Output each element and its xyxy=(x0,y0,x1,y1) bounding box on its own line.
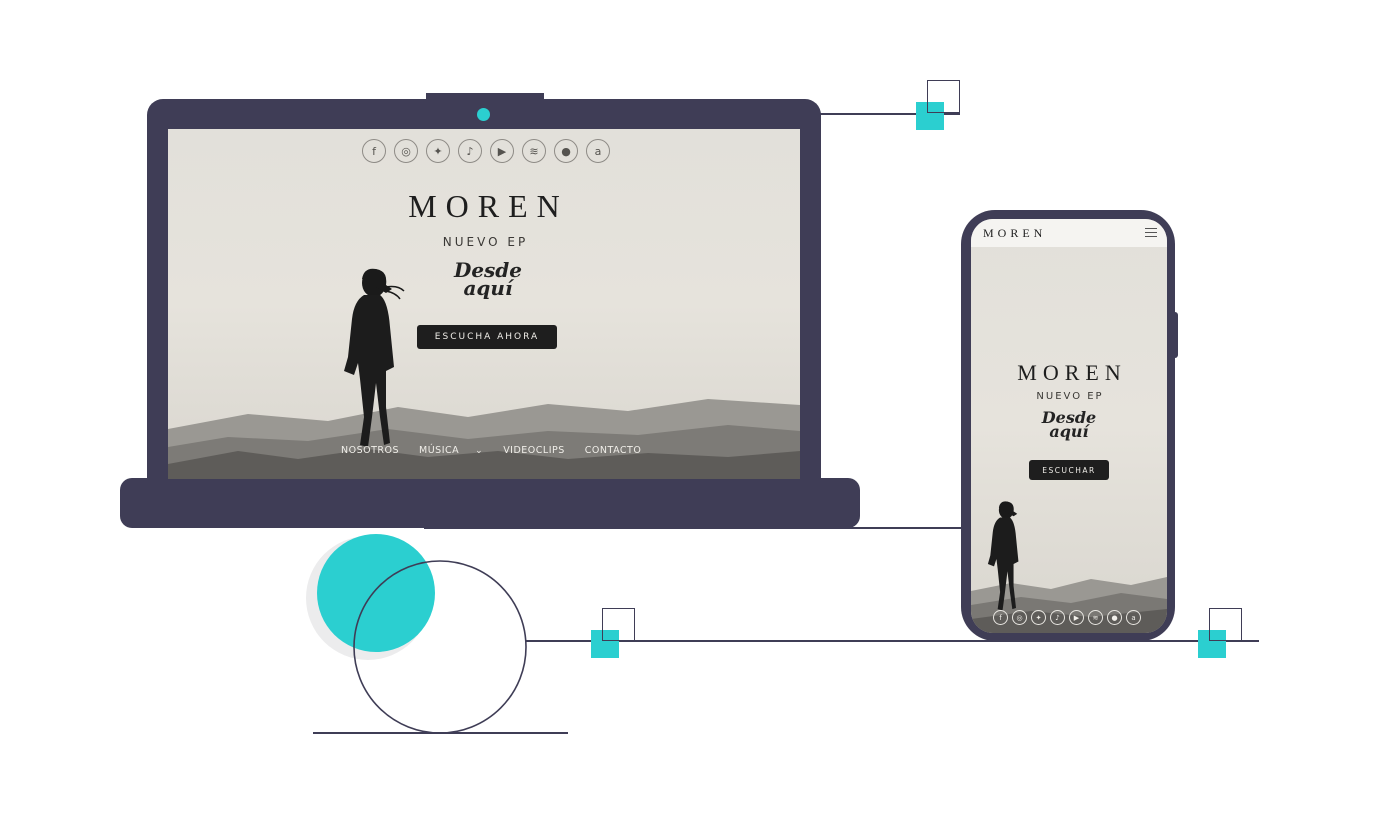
laptop-camera-bar xyxy=(426,93,544,103)
mountains-backdrop xyxy=(168,399,800,479)
apple-music-icon[interactable]: ● xyxy=(554,139,578,163)
apple-music-icon[interactable]: ● xyxy=(1107,610,1122,625)
phone-header: MOREN xyxy=(971,219,1167,247)
listen-now-button[interactable]: ESCUCHA AHORA xyxy=(417,325,557,349)
phone-ep-title-logo: Desde aquí xyxy=(1029,409,1109,442)
phone-ep-title-line2: aquí xyxy=(1049,422,1089,442)
phone-brand-title: MOREN xyxy=(1017,360,1127,385)
nav-contacto[interactable]: CONTACTO xyxy=(585,445,642,456)
phone-social-icons-row: f ◎ ✦ ♪ ▶ ≋ ● a xyxy=(993,610,1141,625)
ep-subtitle: NUEVO EP xyxy=(442,235,529,249)
phone-brand-logo[interactable]: MOREN xyxy=(983,226,1046,241)
nav-musica[interactable]: MÚSICA xyxy=(419,445,459,456)
outline-square-bottom-right xyxy=(1209,608,1242,641)
phone-screen: MOREN MOREN NUEVO EP Desde aquí ESCUCHAR… xyxy=(971,219,1167,633)
main-nav: NOSOTROS MÚSICA ⌄ VIDEOCLIPS CONTACTO xyxy=(341,445,641,456)
phone-side-button xyxy=(1172,312,1178,358)
phone-ep-subtitle: NUEVO EP xyxy=(1036,391,1104,402)
laptop-screen: f ◎ ✦ ♪ ▶ ≋ ● a MOREN NUEVO EP Desde aqu… xyxy=(168,129,800,479)
listen-button[interactable]: ESCUCHAR xyxy=(1029,460,1109,480)
spotify-icon[interactable]: ≋ xyxy=(1088,610,1103,625)
phone-woman-silhouette xyxy=(987,501,1019,611)
laptop-camera xyxy=(477,108,490,121)
outline-square-bottom-left xyxy=(602,608,635,641)
ep-title-line2: aquí xyxy=(463,276,513,300)
circles-decoration xyxy=(306,534,527,734)
woman-silhouette xyxy=(344,268,405,447)
outline-square-top xyxy=(927,80,960,113)
spotify-icon[interactable]: ≋ xyxy=(522,139,546,163)
amazon-music-icon[interactable]: a xyxy=(586,139,610,163)
youtube-icon[interactable]: ▶ xyxy=(1069,610,1084,625)
instagram-icon[interactable]: ◎ xyxy=(394,139,418,163)
social-icons-row: f ◎ ✦ ♪ ▶ ≋ ● a xyxy=(362,139,610,163)
connector-line-bottom xyxy=(526,640,1259,642)
twitter-icon[interactable]: ✦ xyxy=(1031,610,1046,625)
facebook-icon[interactable]: f xyxy=(993,610,1008,625)
twitter-icon[interactable]: ✦ xyxy=(426,139,450,163)
facebook-icon[interactable]: f xyxy=(362,139,386,163)
laptop-base xyxy=(120,478,860,528)
hamburger-menu-icon[interactable] xyxy=(1145,228,1157,239)
tiktok-icon[interactable]: ♪ xyxy=(1050,610,1065,625)
chevron-down-icon[interactable]: ⌄ xyxy=(475,446,483,456)
nav-nosotros[interactable]: NOSOTROS xyxy=(341,445,399,456)
instagram-icon[interactable]: ◎ xyxy=(1012,610,1027,625)
youtube-icon[interactable]: ▶ xyxy=(490,139,514,163)
brand-title: MOREN xyxy=(408,188,569,224)
nav-videoclips[interactable]: VIDEOCLIPS xyxy=(503,445,565,456)
tiktok-icon[interactable]: ♪ xyxy=(458,139,482,163)
ep-title-logo: Desde aquí xyxy=(438,260,538,300)
amazon-music-icon[interactable]: a xyxy=(1126,610,1141,625)
